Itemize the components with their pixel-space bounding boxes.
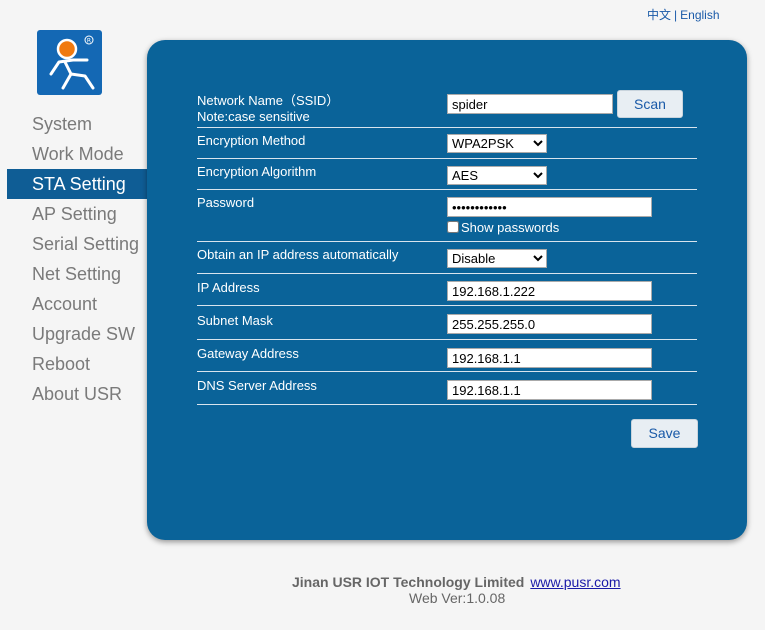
- menu-item-ap-setting[interactable]: AP Setting: [7, 199, 147, 229]
- show-passwords-checkbox[interactable]: [447, 221, 459, 233]
- password-row: Password Show passwords: [197, 190, 697, 242]
- menu-item-net-setting[interactable]: Net Setting: [7, 259, 147, 289]
- gateway-label: Gateway Address: [197, 346, 299, 361]
- encryption-method-label: Encryption Method: [197, 133, 306, 148]
- menu-item-upgrade-sw[interactable]: Upgrade SW: [7, 319, 147, 349]
- lang-chinese-link[interactable]: 中文: [647, 8, 671, 22]
- usr-logo: R: [37, 30, 102, 95]
- menu-item-about-usr[interactable]: About USR: [7, 379, 147, 409]
- menu-item-sta-setting[interactable]: STA Setting: [7, 169, 147, 199]
- lang-english-link[interactable]: English: [680, 8, 719, 22]
- dhcp-row: Obtain an IP address automatically Disab…: [197, 242, 697, 274]
- menu-item-reboot[interactable]: Reboot: [7, 349, 147, 379]
- dhcp-select[interactable]: Disable: [447, 249, 547, 268]
- dhcp-label: Obtain an IP address automatically: [197, 247, 399, 262]
- dns-input[interactable]: [447, 380, 652, 400]
- language-switcher: 中文 | English: [647, 6, 720, 23]
- encryption-method-select[interactable]: WPA2PSK: [447, 134, 547, 153]
- subnet-mask-label: Subnet Mask: [197, 313, 273, 328]
- ip-address-label: IP Address: [197, 280, 260, 295]
- scan-button[interactable]: Scan: [617, 90, 683, 118]
- lang-separator: |: [674, 8, 678, 22]
- ssid-label: Network Name（SSID）: [197, 93, 340, 108]
- gateway-row: Gateway Address: [197, 340, 697, 372]
- ssid-note: Note:case sensitive: [197, 109, 310, 124]
- password-input[interactable]: [447, 197, 652, 217]
- dns-row: DNS Server Address: [197, 372, 697, 405]
- gateway-input[interactable]: [447, 348, 652, 368]
- ssid-row: Network Name（SSID） Note:case sensitive S…: [197, 90, 697, 128]
- ip-address-input[interactable]: [447, 281, 652, 301]
- web-version: Web Ver:1.0.08: [409, 590, 506, 606]
- save-button[interactable]: Save: [631, 419, 698, 448]
- encryption-algorithm-row: Encryption Algorithm AES: [197, 159, 697, 190]
- sta-settings-form: Network Name（SSID） Note:case sensitive S…: [197, 90, 697, 405]
- encryption-algorithm-label: Encryption Algorithm: [197, 164, 317, 179]
- ssid-input[interactable]: [447, 94, 613, 114]
- menu-item-serial-setting[interactable]: Serial Setting: [7, 229, 147, 259]
- dns-label: DNS Server Address: [197, 378, 317, 393]
- menu-item-work-mode[interactable]: Work Mode: [7, 139, 147, 169]
- subnet-mask-input[interactable]: [447, 314, 652, 334]
- encryption-method-row: Encryption Method WPA2PSK: [197, 128, 697, 159]
- settings-panel: Network Name（SSID） Note:case sensitive S…: [147, 40, 747, 540]
- ip-address-row: IP Address: [197, 274, 697, 306]
- sidebar-menu: System Work Mode STA Setting AP Setting …: [7, 109, 147, 409]
- show-passwords-label: Show passwords: [461, 220, 560, 235]
- company-name: Jinan USR IOT Technology Limited: [292, 574, 525, 590]
- menu-item-system[interactable]: System: [7, 109, 147, 139]
- running-man-icon: R: [49, 35, 95, 90]
- svg-text:R: R: [87, 38, 91, 45]
- website-link[interactable]: www.pusr.com: [530, 574, 620, 590]
- menu-item-account[interactable]: Account: [7, 289, 147, 319]
- subnet-mask-row: Subnet Mask: [197, 306, 697, 340]
- encryption-algorithm-select[interactable]: AES: [447, 166, 547, 185]
- password-label: Password: [197, 195, 255, 210]
